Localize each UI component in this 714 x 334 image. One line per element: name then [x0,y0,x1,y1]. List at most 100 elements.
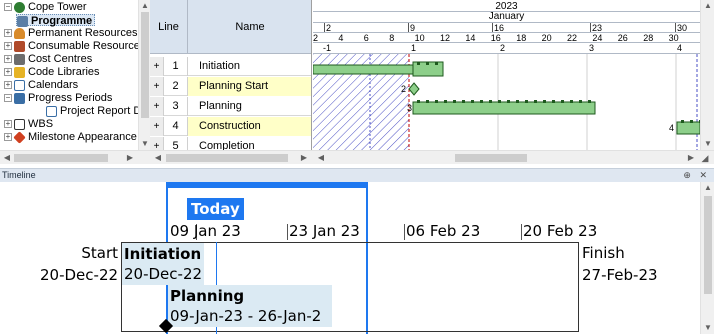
scroll-up-icon[interactable]: ▲ [702,182,714,194]
timeline-vertical-scrollbar[interactable]: ▲ ▼ [700,182,714,334]
table-row[interactable]: + 5 Completion [150,137,311,150]
date-tick [404,224,405,240]
scroll-right-icon[interactable]: ▶ [685,152,697,164]
column-header-name[interactable]: Name [188,0,311,54]
bank-icon [14,53,25,65]
expand-icon[interactable]: + [4,68,12,77]
expand-icon[interactable]: + [4,42,12,51]
task-name: Initiation [124,245,202,263]
bar-notch [444,100,447,103]
tree-item-milestone-appearance[interactable]: + Milestone Appearance [4,130,137,144]
scrollbar-thumb[interactable] [14,154,108,162]
scroll-left-icon[interactable]: ◀ [1,152,13,164]
bar-notch [453,100,456,103]
gantt-vertical-scrollbar[interactable]: ▲ ▼ [700,0,714,150]
tree-item-project-report-date[interactable]: Project Report Date [46,105,138,117]
start-date: 20-Dec-22 [40,266,119,284]
bar-planning[interactable]: 3 [407,101,596,115]
bar-notch [543,100,546,103]
tree-item-progress-periods[interactable]: − Progress Periods [4,92,112,104]
expand-icon[interactable]: + [4,81,12,90]
timeline-task-initiation[interactable]: Initiation 20-Dec-22 [122,243,204,285]
expand-icon[interactable]: + [4,133,12,142]
table-row[interactable]: + 4 Construction [150,117,311,136]
bar-notch [516,100,519,103]
gantt-chart[interactable]: 2023 January 2 9 16 23 30 2 4 6 8 10 12 14 16 18 20 22… [313,0,700,150]
tree-item-cost-centres[interactable]: + Cost Centres [4,53,92,65]
expand-icon[interactable]: + [150,117,164,136]
scrollbar-thumb[interactable] [455,154,527,162]
scroll-up-icon[interactable]: ▲ [702,0,714,12]
expand-icon[interactable]: + [4,55,12,64]
tree-item-wbs[interactable]: + WBS [4,118,53,130]
milestone-planning-start[interactable]: 2 [401,82,420,96]
resize-grip-icon[interactable]: ◢ [699,152,711,164]
row-label: 4 [669,123,674,133]
bar-notch [561,100,564,103]
expand-icon[interactable]: + [150,97,164,116]
scrollbar-thumb[interactable] [704,196,712,294]
scroll-left-icon[interactable]: ◀ [315,152,327,164]
tree-horizontal-scrollbar[interactable]: ◀ ▶ [0,150,150,164]
period-tick-label: 2 [500,43,506,53]
panel-pin-close-icons[interactable]: ⊕ ✕ [683,169,710,182]
tree-item-label: Project Report Date [60,105,138,117]
row-name[interactable]: Completion [188,137,311,150]
table-row[interactable]: + 1 Initiation [150,57,311,76]
bar-notch [498,100,501,103]
grid-horizontal-scrollbar[interactable]: ◀ ▶ [150,150,313,164]
scrollbar-thumb[interactable] [166,154,288,162]
expand-icon[interactable]: + [150,137,164,150]
tree-item-code-libraries[interactable]: + Code Libraries [4,66,100,78]
date-mark: 20 Feb 23 [523,222,598,240]
today-label[interactable]: Today [187,198,244,220]
gantt-horizontal-scrollbar[interactable]: ◀ ▶ ◢ [313,150,714,164]
table-row[interactable]: + 3 Planning [150,97,311,116]
tree-vertical-scrollbar[interactable]: ▲ ▼ [138,0,150,150]
bar-notch [435,100,438,103]
date-tick [521,224,522,240]
grid-header: Line Name [150,0,311,54]
tree-item-calendars[interactable]: + Calendars [4,79,78,91]
bar-notch [690,120,693,123]
task-dates: 20-Dec-22 [124,265,203,283]
tree-item-label: Code Libraries [28,66,100,78]
timeline-panel-header: Timeline ⊕ ✕ [0,168,714,182]
project-tree: − Cope Tower Programme + Permanent Resourc… [0,0,138,150]
expand-icon[interactable]: + [4,120,12,129]
timeline-view[interactable]: Today 09 Jan 23 23 Jan 23 06 Feb 23 20 F… [0,182,700,334]
row-name[interactable]: Initiation [188,57,311,76]
expand-icon[interactable]: + [150,57,164,76]
bar-notch [426,100,429,103]
scroll-right-icon[interactable]: ▶ [124,152,136,164]
start-label: Start [81,244,118,262]
row-name[interactable]: Planning Start [188,77,311,96]
table-row[interactable]: + 2 Planning Start [150,77,311,96]
bar-construction[interactable]: 4 [669,121,700,135]
bar-notch [417,62,420,65]
tree-item-cope-tower[interactable]: − Cope Tower [4,1,87,13]
scroll-down-icon[interactable]: ▼ [702,322,714,334]
tree-item-permanent-resources[interactable]: + Permanent Resources [4,27,137,39]
expand-icon[interactable]: + [150,77,164,96]
scroll-right-icon[interactable]: ▶ [298,152,310,164]
scroll-left-icon[interactable]: ◀ [152,152,164,164]
row-line: 5 [164,137,188,150]
row-name[interactable]: Construction [188,117,311,136]
tree-item-consumable-resources[interactable]: + Consumable Resources [4,40,138,52]
scroll-down-icon[interactable]: ▼ [702,138,714,150]
collapse-icon[interactable]: − [4,3,12,12]
tree-item-programme[interactable]: Programme [16,14,96,27]
collapse-icon[interactable]: − [4,94,12,103]
tree-item-label: Cope Tower [28,1,87,13]
finish-date: 27-Feb-23 [582,266,658,284]
bar-notch [552,100,555,103]
bar-notch [480,100,483,103]
bar-notch [489,100,492,103]
timeline-task-planning[interactable]: Planning 09-Jan-23 - 26-Jan-2 [168,285,332,327]
scrollbar-thumb[interactable] [141,12,149,118]
row-name[interactable]: Planning [188,97,311,116]
column-header-line[interactable]: Line [150,0,188,54]
expand-icon[interactable]: + [4,29,12,38]
bar-notch [507,100,510,103]
